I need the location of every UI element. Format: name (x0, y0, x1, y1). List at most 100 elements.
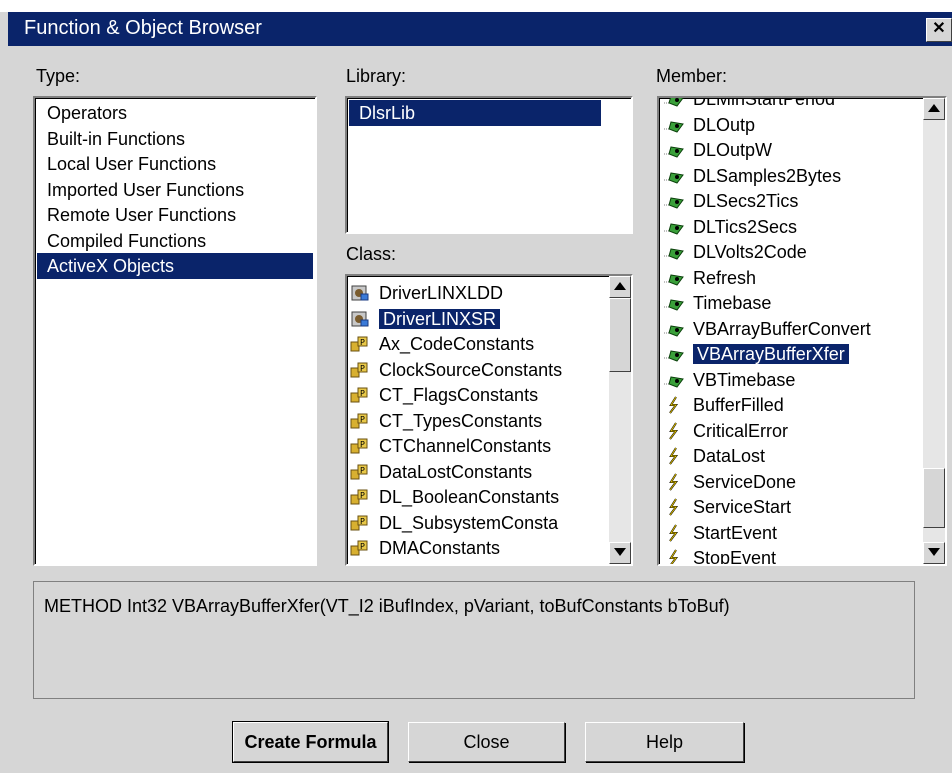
member-item-label: CriticalError (693, 420, 789, 441)
member-scrollbar[interactable] (923, 98, 945, 564)
member-item[interactable]: DLTics2Secs (664, 214, 798, 240)
scroll-up-button[interactable] (923, 98, 945, 120)
member-item-label: BufferFilled (693, 395, 784, 415)
class-label: Class: (346, 244, 397, 264)
member-item[interactable]: BufferFilled (665, 392, 784, 418)
class-item[interactable]: P ClockSourceConstants (350, 357, 562, 383)
svg-text:P: P (360, 491, 365, 500)
top-strip (0, 0, 952, 12)
member-item-label: DLTics2Secs (693, 216, 798, 237)
class-item-label: DMAConstants (379, 538, 501, 558)
type-item[interactable]: Compiled Functions (43, 228, 210, 254)
event-icon (669, 447, 678, 465)
svg-text:P: P (360, 338, 365, 347)
type-item[interactable]: Operators (43, 100, 131, 126)
member-item[interactable]: StartEvent (665, 520, 777, 546)
class-item[interactable]: P DataLostConstants (350, 459, 533, 485)
type-item[interactable]: ActiveX Objects (37, 253, 313, 279)
method-icon (664, 120, 684, 133)
scroll-thumb[interactable] (609, 298, 631, 372)
class-item[interactable]: P DL_SubsystemConsta (350, 510, 559, 536)
description-text: METHOD Int32 VBArrayBufferXfer(VT_I2 iBu… (44, 596, 730, 616)
member-item[interactable]: StopEvent (665, 545, 776, 564)
library-list[interactable]: DlsrLib (345, 96, 633, 234)
type-item[interactable]: Local User Functions (43, 151, 220, 177)
class-scrollbar[interactable] (609, 276, 631, 564)
event-icon (669, 523, 678, 542)
class-item[interactable]: DriverLINXLDD (351, 280, 503, 306)
help-button[interactable]: Help (585, 722, 744, 762)
event-icon (669, 421, 678, 440)
class-item[interactable]: DriverLINXSR (351, 306, 501, 332)
member-item[interactable]: DLOutpW (664, 137, 773, 163)
event-icon (669, 498, 678, 516)
library-item[interactable]: DlsrLib (349, 100, 601, 126)
library-item-label: DlsrLib (359, 103, 416, 123)
class-item-label: CTChannelConstants (379, 436, 552, 456)
class-item-label: DL_SubsystemConsta (379, 512, 559, 533)
svg-text:P: P (360, 440, 365, 449)
close-window-button[interactable]: ✕ (926, 18, 952, 42)
scroll-down-button[interactable] (923, 542, 945, 564)
member-item[interactable]: DLSecs2Tics (664, 188, 799, 214)
member-item[interactable]: VBArrayBufferConvert (664, 316, 871, 342)
member-item[interactable]: ServiceDone (665, 469, 796, 495)
method-icon (664, 98, 684, 107)
svg-text:P: P (360, 389, 365, 398)
member-item[interactable]: Refresh (664, 265, 757, 291)
member-item[interactable]: ServiceStart (665, 494, 791, 520)
member-item[interactable]: DLMinStartPeriod (664, 96, 836, 112)
class-item[interactable]: P CTChannelConstants (350, 433, 552, 459)
class-item[interactable]: P DL_BooleanConstants (350, 484, 560, 510)
constants-icon: P (350, 413, 368, 428)
type-item[interactable]: Remote User Functions (43, 202, 240, 228)
method-icon (664, 299, 684, 311)
member-item[interactable]: Timebase (664, 290, 771, 316)
member-item-label: VBArrayBufferXfer (692, 343, 850, 365)
svg-text:P: P (360, 364, 365, 373)
class-item-label: DataLostConstants (379, 461, 533, 482)
arrow-up-icon (928, 104, 940, 112)
method-icon (664, 197, 684, 209)
type-item[interactable]: Imported User Functions (43, 177, 248, 203)
class-item-label: DL_BooleanConstants (379, 487, 560, 507)
class-item-label: DriverLINXLDD (379, 283, 504, 303)
member-list[interactable]: DLMinStartPeriod DLOutp DLOutpW DLSamples2B… (657, 96, 947, 566)
member-item[interactable]: DLSamples2Bytes (664, 163, 842, 189)
method-icon (664, 248, 684, 260)
svg-text:P: P (360, 415, 365, 424)
member-item[interactable]: VBArrayBufferXfer (664, 341, 850, 367)
class-item[interactable]: P CT_TypesConstants (350, 408, 543, 434)
scroll-up-button[interactable] (609, 276, 631, 298)
member-item-label: DLSecs2Tics (693, 191, 799, 211)
scroll-thumb[interactable] (923, 468, 945, 528)
class-list[interactable]: DriverLINXLDD DriverLINXSR P Ax_CodeConstan… (345, 274, 633, 566)
member-item[interactable]: CriticalError (665, 418, 788, 444)
member-item-label: DLOutpW (693, 140, 773, 160)
title-bar: Function & Object Browser ✕ (8, 12, 952, 46)
constants-icon: P (350, 540, 368, 556)
class-item[interactable]: P DMAConstants (350, 535, 501, 561)
member-item[interactable]: VBTimebase (664, 367, 795, 393)
class-item[interactable]: P CT_FlagsConstants (350, 382, 538, 408)
constants-icon: P (350, 387, 368, 403)
member-item-label: DLMinStartPeriod (693, 96, 836, 109)
type-item-label: Imported User Functions (47, 179, 245, 200)
type-item[interactable]: Built-in Functions (43, 126, 189, 152)
type-item-label: Remote User Functions (47, 205, 237, 225)
close-button[interactable]: Close (408, 722, 565, 762)
member-item-label: ServiceStart (693, 497, 792, 517)
create-formula-button[interactable]: Create Formula (232, 721, 389, 763)
member-item-label: Refresh (693, 267, 757, 288)
type-list[interactable]: Operators Built-in Functions Local User Fu… (33, 96, 317, 566)
member-item-label: DLSamples2Bytes (693, 165, 842, 186)
member-item-label: DLVolts2Code (693, 242, 807, 262)
class-item[interactable]: P Ax_CodeConstants (350, 331, 534, 357)
svg-text:P: P (360, 542, 365, 551)
member-item-label: VBArrayBufferConvert (693, 318, 871, 339)
scroll-down-button[interactable] (609, 542, 631, 564)
member-item[interactable]: DataLost (665, 443, 765, 469)
member-item[interactable]: DLOutp (664, 112, 755, 138)
member-item[interactable]: DLVolts2Code (664, 239, 807, 265)
class-item-label: CT_TypesConstants (379, 410, 543, 431)
